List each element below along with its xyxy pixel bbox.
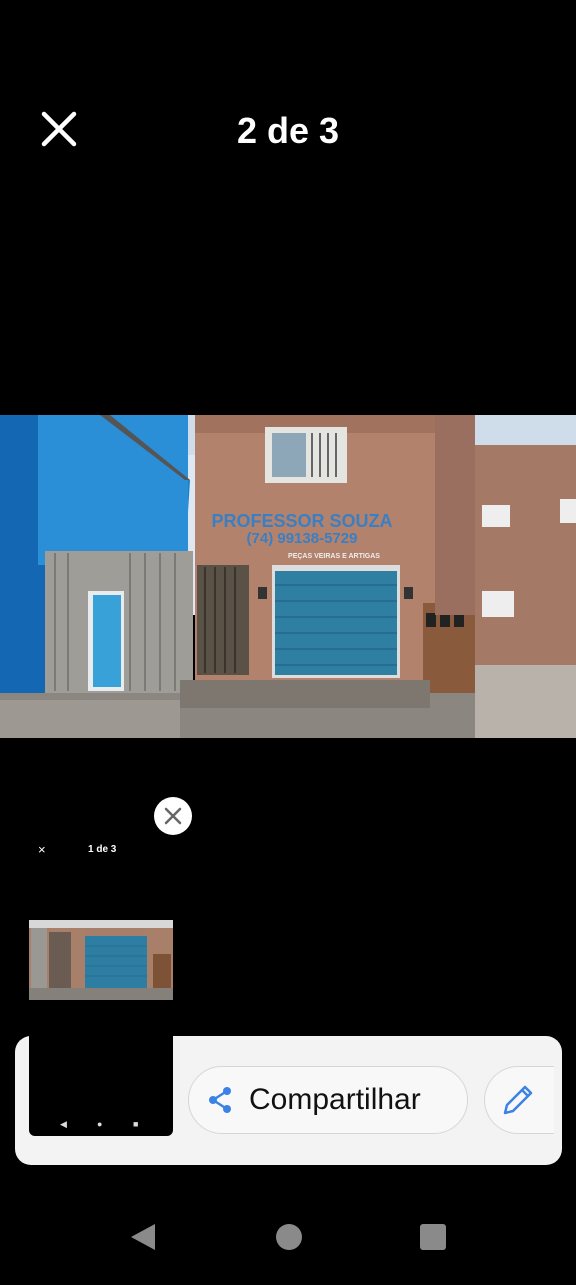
- image-counter: 2 de 3: [236, 110, 340, 151]
- building-photo[interactable]: PROFESSOR SOUZA (74) 99138-5729 PEÇAS VE…: [0, 415, 576, 738]
- thumbnail-photo[interactable]: [29, 920, 173, 1000]
- back-triangle-icon[interactable]: [131, 1224, 155, 1250]
- edit-button[interactable]: [484, 1066, 554, 1134]
- system-nav-bar: [0, 1200, 576, 1280]
- home-circle-icon[interactable]: [276, 1224, 302, 1250]
- sign-name: PROFESSOR SOUZA: [211, 511, 392, 531]
- recents-square-icon[interactable]: [420, 1224, 446, 1250]
- close-icon: [164, 807, 182, 825]
- share-icon: [205, 1085, 235, 1115]
- dismiss-screenshot-button[interactable]: [154, 797, 192, 835]
- mini-home-icon: ●: [97, 1119, 103, 1129]
- sign-subtitle: PEÇAS VEIRAS E ARTIGAS: [288, 553, 380, 560]
- share-label: Compartilhar: [249, 1083, 421, 1116]
- pencil-icon: [503, 1085, 533, 1115]
- mini-back-icon: ◀: [60, 1119, 67, 1129]
- share-button[interactable]: Compartilhar: [188, 1066, 468, 1134]
- thumbnail-counter: 1 de 3: [88, 844, 117, 855]
- sign-phone: (74) 99138-5729: [247, 530, 358, 547]
- thumbnail-close-label: ×: [38, 842, 46, 857]
- mini-recents-icon: ■: [133, 1119, 139, 1129]
